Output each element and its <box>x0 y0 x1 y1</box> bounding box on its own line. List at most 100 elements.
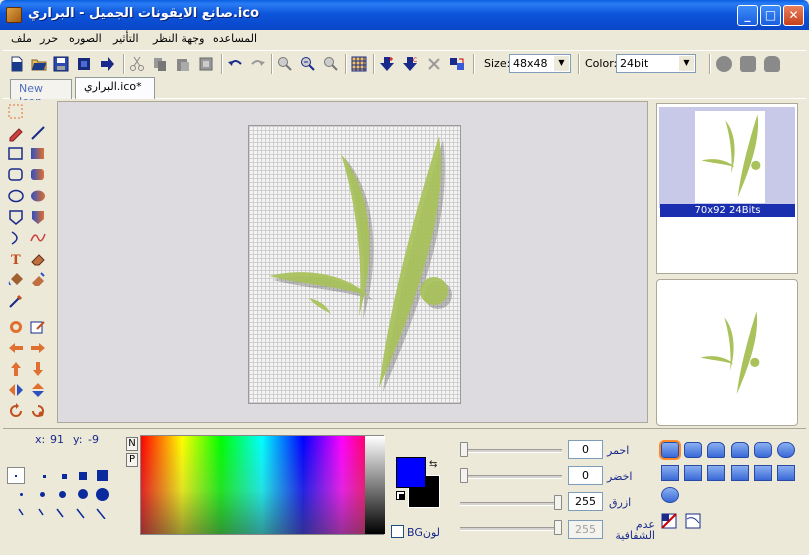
round-brush-option[interactable] <box>59 491 66 498</box>
zoom-in-icon[interactable] <box>277 56 293 72</box>
text-tool-icon[interactable]: T <box>7 250 25 268</box>
green-slider[interactable] <box>460 475 562 479</box>
menu-image[interactable]: الصوره <box>69 32 102 45</box>
swap-colors-icon[interactable]: ⇆ <box>429 459 437 470</box>
shape-style-3[interactable] <box>707 442 725 458</box>
opacity-slider[interactable] <box>460 527 562 531</box>
shape-style-10[interactable] <box>731 465 749 481</box>
color-depth-select[interactable]: 24bit ▼ <box>616 54 696 73</box>
polygon-tool-icon[interactable] <box>7 208 25 226</box>
clear-icon[interactable] <box>198 56 214 72</box>
delete-image-icon[interactable] <box>426 56 442 72</box>
filled-ellipse-tool-icon[interactable] <box>29 187 47 205</box>
blue-value-input[interactable]: 255 <box>568 492 603 511</box>
shift-down-icon[interactable] <box>29 360 47 378</box>
green-slider-thumb[interactable] <box>460 468 468 483</box>
brush-size-option[interactable] <box>62 474 67 479</box>
brush-size-option[interactable] <box>79 472 87 480</box>
fill-bucket-tool-icon[interactable] <box>7 271 25 289</box>
rounded-rect-shape-icon[interactable] <box>740 56 756 72</box>
size-select[interactable]: 48x48 ▼ <box>509 54 571 73</box>
blue-slider[interactable] <box>460 502 562 506</box>
rotate-left-icon[interactable] <box>7 402 25 420</box>
zoom-actual-icon[interactable] <box>323 56 339 72</box>
app-icon[interactable] <box>6 7 22 23</box>
close-button[interactable]: ✕ <box>783 5 804 26</box>
rotate-right-icon[interactable] <box>29 402 47 420</box>
paste-icon[interactable] <box>175 56 191 72</box>
tab-new-icon[interactable]: New Icon <box>10 79 72 108</box>
minimize-button[interactable]: _ <box>737 5 758 26</box>
bg-color-checkbox[interactable] <box>391 525 404 538</box>
redo-icon[interactable] <box>250 56 266 72</box>
filled-rectangle-tool-icon[interactable] <box>29 145 47 163</box>
round-brush-option[interactable] <box>96 488 109 501</box>
cut-icon[interactable] <box>129 56 145 72</box>
round-brush-option[interactable] <box>78 489 88 499</box>
soft-rect-shape-icon[interactable] <box>764 56 780 72</box>
flip-vertical-icon[interactable] <box>29 381 47 399</box>
chevron-down-icon[interactable]: ▼ <box>679 56 694 71</box>
menu-edit[interactable]: حرر <box>40 32 58 45</box>
opacity-slider-thumb[interactable] <box>554 520 562 535</box>
palette-button[interactable]: P <box>126 453 138 467</box>
foreground-color-swatch[interactable] <box>396 457 426 488</box>
filled-rounded-rect-tool-icon[interactable] <box>29 166 47 184</box>
grid-icon[interactable] <box>351 56 367 72</box>
filled-polygon-tool-icon[interactable] <box>29 208 47 226</box>
transparency-icon[interactable] <box>661 513 677 529</box>
shape-style-2[interactable] <box>684 442 702 458</box>
rectangle-tool-icon[interactable] <box>7 145 25 163</box>
line-tool-icon[interactable] <box>29 124 47 142</box>
menu-view[interactable]: وجهة النظر <box>153 32 204 45</box>
color-picker-tool-icon[interactable] <box>7 292 25 310</box>
new-file-icon[interactable] <box>9 56 25 72</box>
round-brush-option[interactable] <box>20 493 23 496</box>
shape-style-12[interactable] <box>777 465 795 481</box>
zoom-out-icon[interactable] <box>300 56 316 72</box>
shift-left-icon[interactable] <box>7 339 25 357</box>
shape-style-13[interactable] <box>661 487 679 503</box>
edit-image-icon[interactable] <box>29 318 47 336</box>
shape-style-8[interactable] <box>684 465 702 481</box>
round-brush-option[interactable] <box>40 492 45 497</box>
tab-current-file[interactable]: البراري.ico* <box>75 77 155 99</box>
pixel-grid-canvas[interactable] <box>248 125 461 404</box>
apply-shape-icon[interactable] <box>685 513 701 529</box>
menu-effects[interactable]: التأثير <box>113 32 139 45</box>
opacity-value-input[interactable]: 255 <box>568 520 603 539</box>
select-tool-icon[interactable] <box>7 103 25 121</box>
red-value-input[interactable]: 0 <box>568 440 603 459</box>
rounded-rect-tool-icon[interactable] <box>7 166 25 184</box>
brush-size-option[interactable] <box>43 475 46 478</box>
brush-size-option[interactable] <box>97 470 108 481</box>
pencil-tool-icon[interactable] <box>7 124 25 142</box>
undo-icon[interactable] <box>227 56 243 72</box>
diagonal-brush-options[interactable] <box>17 507 112 519</box>
shape-style-5[interactable] <box>754 442 772 458</box>
image-list-item[interactable] <box>659 107 795 208</box>
add-image-icon[interactable] <box>380 56 396 72</box>
curve-tool-icon[interactable] <box>29 229 47 247</box>
maximize-button[interactable]: □ <box>760 5 781 26</box>
red-slider[interactable] <box>460 449 562 453</box>
canvas-area[interactable] <box>57 101 648 423</box>
flip-horizontal-icon[interactable] <box>7 381 25 399</box>
stop-icon[interactable] <box>76 56 92 72</box>
color-palette[interactable] <box>140 435 385 535</box>
shape-style-6[interactable] <box>777 442 795 458</box>
shape-style-4[interactable] <box>731 442 749 458</box>
swap-images-icon[interactable] <box>449 56 465 72</box>
reset-colors-icon[interactable] <box>396 491 405 500</box>
rotate-color-icon[interactable] <box>7 318 25 336</box>
red-slider-thumb[interactable] <box>460 442 468 457</box>
blue-slider-thumb[interactable] <box>554 495 562 510</box>
eraser-tool-icon[interactable] <box>29 250 47 268</box>
normal-palette-button[interactable]: N <box>126 437 138 451</box>
brush-size-selected[interactable] <box>7 467 25 484</box>
green-value-input[interactable]: 0 <box>568 466 603 485</box>
open-folder-icon[interactable] <box>31 56 47 72</box>
shift-up-icon[interactable] <box>7 360 25 378</box>
ellipse-tool-icon[interactable] <box>7 187 25 205</box>
menu-file[interactable]: ملف <box>11 32 32 45</box>
